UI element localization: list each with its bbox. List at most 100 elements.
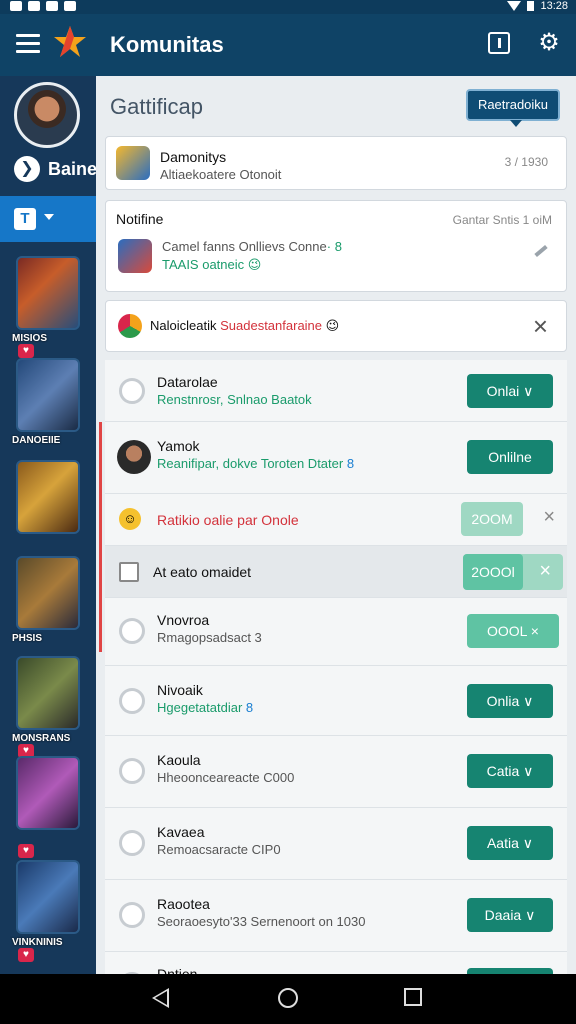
card-subtitle: Altiaekoatere Otonoit: [160, 167, 282, 182]
promo-text: Naloicleatik Suadestanfaraine 😉: [150, 318, 340, 333]
sidebar-game-4[interactable]: PHSIS: [12, 556, 80, 644]
menu-icon[interactable]: [16, 34, 40, 54]
member-list: Datarolae Renstnrosr, Snlnao Baatok Onla…: [99, 360, 567, 974]
wink-emoji-icon: 😉: [247, 257, 262, 272]
sidebar-game-5[interactable]: MONSRANS ♥: [12, 656, 80, 758]
avatar[interactable]: [14, 82, 80, 148]
item-title: Kavaea: [157, 824, 205, 840]
star-logo-icon: [54, 26, 86, 57]
checkbox[interactable]: [119, 562, 139, 582]
item-subtitle: Remoacsaracte CIP0: [157, 842, 281, 857]
game-label: DANOEIIE: [12, 435, 61, 446]
radio-icon[interactable]: [119, 902, 145, 928]
smile-emoji-icon: ☺: [119, 508, 141, 530]
wink-emoji-icon: 😉: [325, 318, 340, 333]
section-title: Gattificap: [110, 94, 203, 119]
avatar: [117, 440, 151, 474]
radio-icon[interactable]: [119, 618, 145, 644]
sidebar-game-3[interactable]: [16, 460, 80, 534]
list-item[interactable]: ☺ Ratikio oalie par Onole 2OOM ×: [105, 494, 567, 546]
back-icon[interactable]: [152, 988, 169, 1008]
sidebar-game-6[interactable]: ♥: [16, 756, 80, 858]
list-item[interactable]: Datarolae Renstnrosr, Snlnao Baatok Onla…: [105, 360, 567, 422]
app-title: Komunitas: [110, 32, 224, 57]
list-item[interactable]: Nivoaik Hgegetatatdiar 8 Onlia ∨: [105, 666, 567, 736]
radio-icon[interactable]: [119, 378, 145, 404]
sidebar-user[interactable]: ❯ Baine: [14, 156, 96, 182]
item-title: Vnovroa: [157, 612, 210, 628]
item-title: At eato omaidet: [153, 564, 252, 580]
close-icon[interactable]: ×: [543, 506, 555, 529]
list-item[interactable]: Raootea Seoraoesyto'33 Sernenoort on 103…: [105, 880, 567, 952]
notification-meta: Gantar Sntis 1 oiM: [452, 213, 552, 227]
promo-icon: [118, 314, 142, 338]
sidebar-selector[interactable]: T: [0, 196, 96, 242]
notification-icon: [28, 1, 40, 11]
game-label: MONSRANS: [12, 733, 71, 744]
screen: 13:28 Komunitas ⚙ ❯ Baine T MISIOS ♥ DAN…: [0, 0, 576, 1024]
app-bar: Komunitas ⚙: [0, 14, 576, 76]
list-item[interactable]: Kavaea Remoacsaracte CIP0 Aatia ∨: [105, 808, 567, 880]
game-label: VINKNINIS: [12, 937, 63, 948]
heart-icon: ♥: [18, 844, 34, 858]
notification-box-icon[interactable]: [488, 32, 510, 54]
item-action-button[interactable]: Onlai ∨: [467, 374, 553, 408]
card-title: Damonitys: [160, 149, 227, 165]
item-action-button[interactable]: 2OOM: [461, 502, 523, 536]
list-item[interactable]: Dntien: [105, 952, 567, 974]
item-action-button[interactable]: Daaia ∨: [467, 898, 553, 932]
item-subtitle: Reanifipar, dokve Toroten Dtater 8: [157, 456, 355, 471]
item-subtitle: Hheoonceareacte C000: [157, 770, 295, 785]
status-right: 13:28: [507, 0, 568, 12]
item-action-button[interactable]: 2OOOl: [463, 554, 523, 590]
sidebar-game-7[interactable]: VINKNINIS ♥: [12, 860, 80, 962]
close-icon[interactable]: ×: [533, 311, 548, 342]
recent-apps-icon[interactable]: [404, 988, 422, 1006]
notification-line2: TAAIS oatneic 😉: [162, 257, 262, 272]
status-time: 13:28: [540, 0, 568, 12]
gear-icon[interactable]: ⚙: [536, 30, 562, 56]
sidebar-game-2[interactable]: DANOEIIE: [12, 358, 80, 446]
list-item[interactable]: At eato omaidet 2OOOl ×: [105, 546, 567, 598]
radio-icon[interactable]: [119, 688, 145, 714]
username: Baine: [48, 158, 96, 179]
item-subtitle: Hgegetatatdiar 8: [157, 700, 254, 715]
community-thumbnail: [116, 146, 150, 180]
status-bar: 13:28: [0, 0, 576, 14]
radio-icon[interactable]: [119, 830, 145, 856]
item-action-button[interactable]: OOOL ×: [467, 614, 559, 648]
home-icon[interactable]: [278, 988, 298, 1008]
wifi-icon: [507, 1, 522, 11]
item-title: Nivoaik: [157, 682, 203, 698]
radio-icon[interactable]: [119, 758, 145, 784]
edit-icon[interactable]: [534, 244, 548, 258]
notification-card[interactable]: Notifine Gantar Sntis 1 oiM Camel fanns …: [105, 200, 567, 292]
item-action-button[interactable]: Aatia ∨: [467, 826, 553, 860]
community-card[interactable]: Damonitys Altiaekoatere Otonoit 3 / 1930: [105, 136, 567, 190]
sidebar-game-1[interactable]: MISIOS ♥: [12, 256, 80, 358]
notification-thumbnail: [118, 239, 152, 273]
item-action-group: 2OOOl ×: [463, 554, 563, 590]
chevron-down-icon: [44, 214, 54, 220]
notification-heading: Notifine: [116, 211, 164, 227]
card-meta: 3 / 1930: [504, 155, 548, 169]
item-subtitle: Rmagopsadsact 3: [157, 630, 262, 645]
game-label: PHSIS: [12, 633, 43, 644]
list-item[interactable]: Vnovroa Rmagopsadsact 3 OOOL ×: [105, 598, 567, 666]
list-item[interactable]: Kaoula Hheoonceareacte C000 Catia ∨: [105, 736, 567, 808]
notification-icon: [10, 1, 22, 11]
item-subtitle: Seoraoesyto'33 Sernenoort on 1030: [157, 914, 366, 929]
item-action-button[interactable]: Onlilne: [467, 440, 553, 474]
selector-icon: T: [14, 208, 36, 230]
action-pill-button[interactable]: Raetradoiku: [466, 89, 560, 127]
item-title: Dntien: [157, 966, 198, 974]
main-content: Gattificap Raetradoiku Damonitys Altiaek…: [96, 76, 576, 974]
item-action-button[interactable]: Onlia ∨: [467, 684, 553, 718]
list-item[interactable]: Yamok Reanifipar, dokve Toroten Dtater 8…: [105, 422, 567, 494]
promo-card[interactable]: Naloicleatik Suadestanfaraine 😉 ×: [105, 300, 567, 352]
close-icon[interactable]: ×: [539, 560, 551, 583]
item-title: Raootea: [157, 896, 210, 912]
system-nav-bar: [0, 974, 576, 1024]
item-subtitle: Renstnrosr, Snlnao Baatok: [157, 392, 312, 407]
item-action-button[interactable]: Catia ∨: [467, 754, 553, 788]
